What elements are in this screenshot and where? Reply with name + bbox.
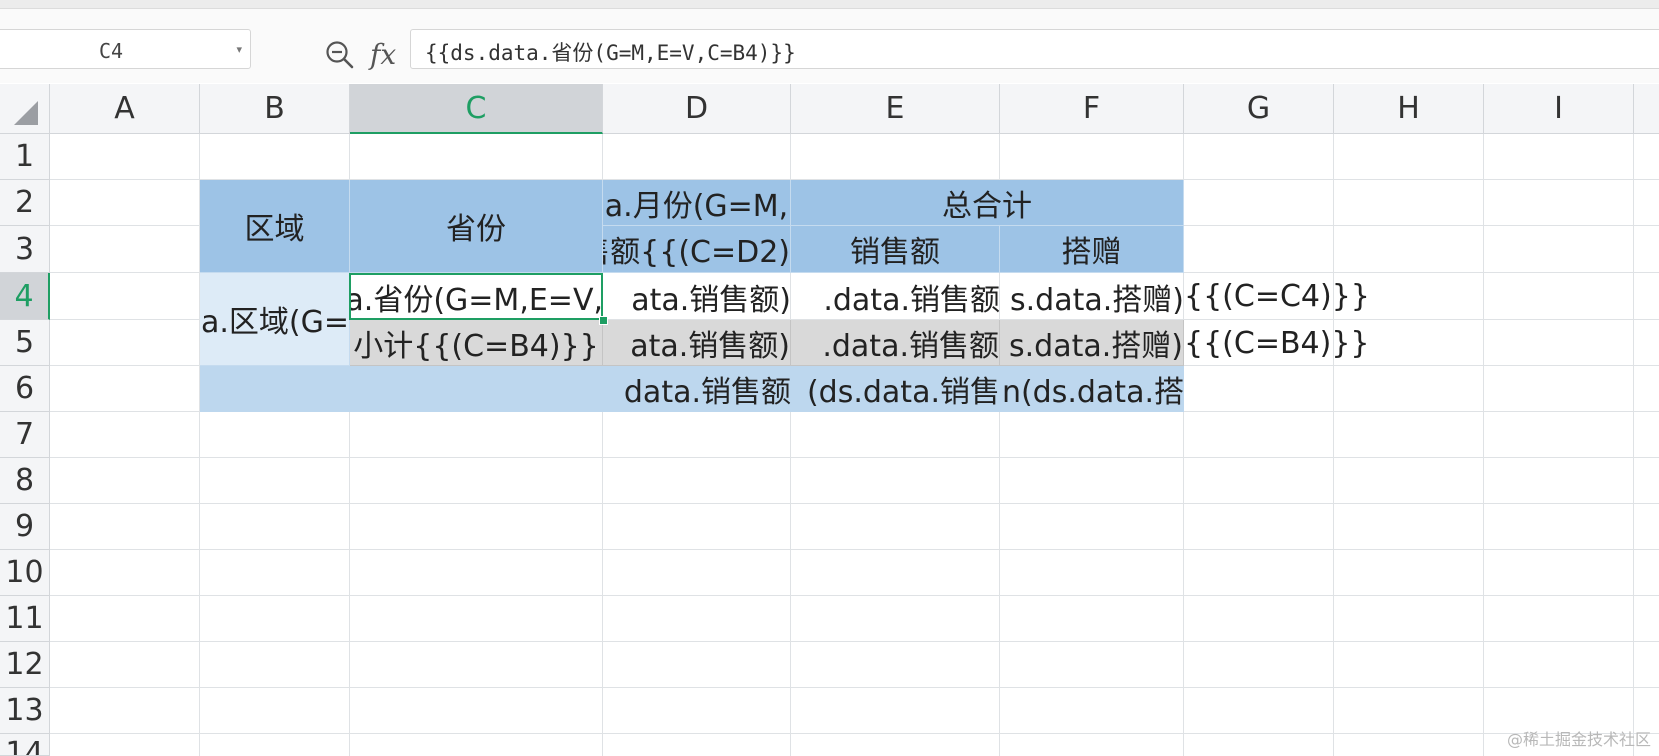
row-header-14[interactable]: 14: [0, 734, 50, 756]
grid-line: [1483, 134, 1484, 756]
zoom-out-icon[interactable]: [325, 40, 355, 70]
cell-b6-total-row[interactable]: [200, 366, 603, 412]
name-box-cell-ref[interactable]: C4: [99, 39, 123, 63]
cell-f6-total-expr[interactable]: n(ds.data.搭: [1000, 366, 1184, 412]
column-header-a[interactable]: A: [50, 84, 200, 134]
select-all-corner[interactable]: [0, 84, 50, 134]
cell-d3-sales-expr[interactable]: 售额{{(C=D2): [603, 226, 791, 273]
cell-b4-region-expr[interactable]: a.区域(G=: [200, 273, 350, 366]
cell-d6-total-expr[interactable]: data.销售额: [603, 366, 791, 412]
column-header-g[interactable]: G: [1184, 84, 1334, 134]
row-header-10[interactable]: 10: [0, 550, 50, 596]
cell-d4-sales-expr[interactable]: ata.销售额): [603, 273, 791, 320]
grid-line: [1633, 134, 1634, 756]
cell-c2-province-header[interactable]: 省份: [350, 180, 603, 273]
watermark: @稀土掘金技术社区: [1506, 730, 1651, 749]
grid-line: [50, 641, 1659, 642]
cell-f5-gift-expr[interactable]: s.data.搭赠): [1000, 320, 1184, 366]
cell-e2-total-header[interactable]: 总合计: [791, 180, 1184, 226]
cell-g5-spill-expr[interactable]: {{(C=B4)}}: [1184, 320, 1370, 366]
row-header-7[interactable]: 7: [0, 412, 50, 458]
fx-icon[interactable]: fx: [370, 38, 396, 71]
cell-b2-region-header[interactable]: 区域: [200, 180, 350, 273]
row-header-13[interactable]: 13: [0, 688, 50, 734]
column-header-f[interactable]: F: [1000, 84, 1184, 134]
row-header-8[interactable]: 8: [0, 458, 50, 504]
column-header-i[interactable]: I: [1484, 84, 1634, 134]
select-all-triangle-icon: [14, 101, 38, 125]
row-header-4[interactable]: 4: [0, 273, 50, 320]
formula-input[interactable]: {{ds.data.省份(G=M,E=V,C=B4)}}: [410, 29, 1659, 69]
formula-bar: C4 ▾ fx {{ds.data.省份(G=M,E=V,C=B4)}}: [0, 9, 1659, 83]
cell-e6-total-expr[interactable]: (ds.data.销售: [791, 366, 1000, 412]
grid-line: [50, 503, 1659, 504]
row-header-6[interactable]: 6: [0, 366, 50, 412]
cell-e5-sales-expr[interactable]: .data.销售额: [791, 320, 1000, 366]
fill-handle[interactable]: [599, 316, 608, 325]
grid-line: [50, 733, 1659, 734]
row-header-11[interactable]: 11: [0, 596, 50, 642]
cell-d5-sales-expr[interactable]: ata.销售额): [603, 320, 791, 366]
cell-c5-subtotal[interactable]: 小计{{(C=B4)}}: [350, 320, 603, 366]
row-header-5[interactable]: 5: [0, 320, 50, 366]
row-header-3[interactable]: 3: [0, 226, 50, 273]
grid-line: [50, 687, 1659, 688]
grid-line: [50, 595, 1659, 596]
row-header-12[interactable]: 12: [0, 642, 50, 688]
cell-d2-month-expr[interactable]: a.月份(G=M,: [603, 180, 791, 226]
column-header-h[interactable]: H: [1334, 84, 1484, 134]
cell-f3-gift-header[interactable]: 搭赠: [1000, 226, 1184, 273]
cell-e4-sales-expr[interactable]: .data.销售额: [791, 273, 1000, 320]
window-top-strip: [0, 0, 1659, 9]
cell-c4-province-expr[interactable]: a.省份(G=M,E=V,: [350, 273, 603, 320]
cell-e3-sales-header[interactable]: 销售额: [791, 226, 1000, 273]
row-header-2[interactable]: 2: [0, 180, 50, 226]
grid-line: [1333, 134, 1334, 756]
column-header-e[interactable]: E: [791, 84, 1000, 134]
cell-f4-gift-expr[interactable]: s.data.搭赠): [1000, 273, 1184, 320]
name-box-dropdown-icon[interactable]: ▾: [236, 43, 242, 56]
cell-g4-spill-expr[interactable]: {{(C=C4)}}: [1184, 273, 1370, 320]
grid-line: [50, 549, 1659, 550]
column-header-c[interactable]: C: [350, 84, 603, 134]
column-header-overflow: [1634, 84, 1659, 134]
grid-line: [50, 457, 1659, 458]
name-box[interactable]: C4 ▾: [0, 29, 251, 69]
row-header-1[interactable]: 1: [0, 134, 50, 180]
column-header-b[interactable]: B: [200, 84, 350, 134]
column-header-d[interactable]: D: [603, 84, 791, 134]
row-header-9[interactable]: 9: [0, 504, 50, 550]
